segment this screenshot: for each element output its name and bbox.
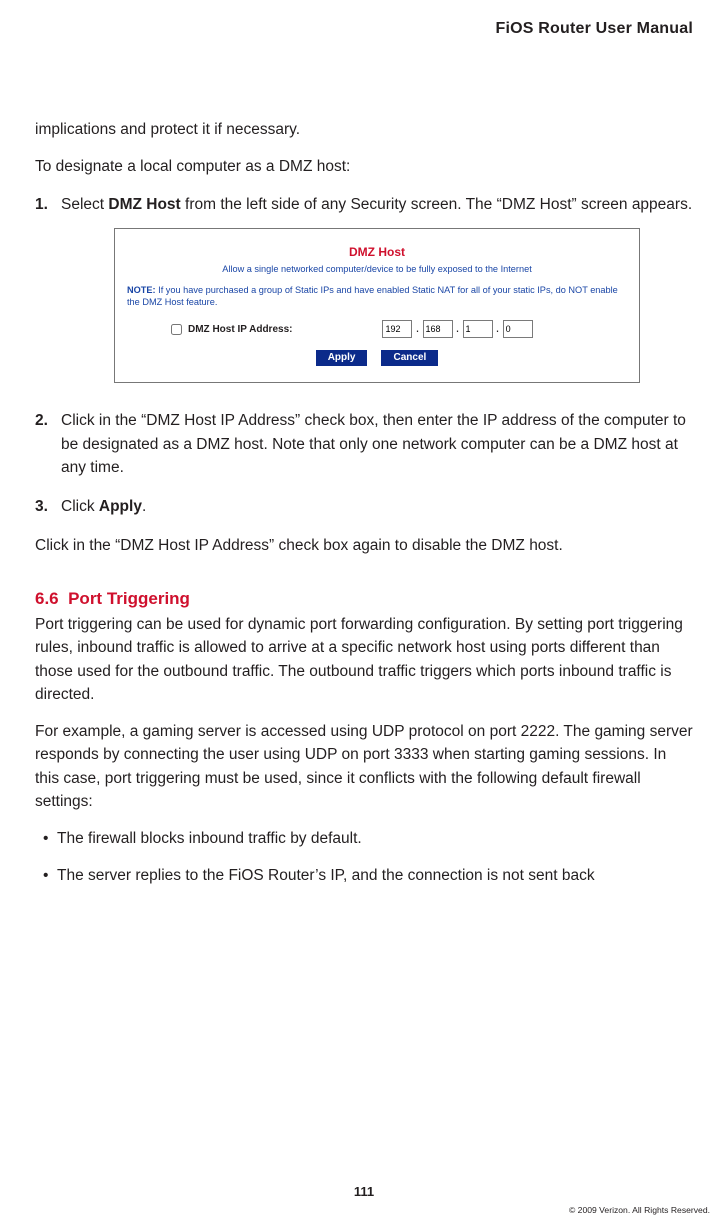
step-1-bold: DMZ Host	[108, 196, 180, 213]
step-3-pre: Click	[61, 498, 99, 515]
bullet-1: The firewall blocks inbound traffic by d…	[35, 827, 693, 850]
dot-icon: .	[495, 322, 501, 337]
section-p1: Port triggering can be used for dynamic …	[35, 613, 693, 706]
section-heading: 6.6 Port Triggering	[35, 586, 693, 612]
step-1-post: from the left side of any Security scree…	[181, 196, 692, 213]
dmz-button-row: Apply Cancel	[127, 350, 627, 366]
bullet-2: The server replies to the FiOS Router’s …	[35, 864, 693, 887]
section-title: Port Triggering	[68, 589, 190, 608]
dmz-note-bold: NOTE:	[127, 285, 156, 295]
ip-octet-3[interactable]	[463, 320, 493, 338]
dot-icon: .	[455, 322, 461, 337]
dmz-host-panel: DMZ Host Allow a single networked comput…	[114, 228, 640, 384]
step-3: Click Apply.	[35, 495, 693, 518]
body: implications and protect it if necessary…	[35, 118, 693, 888]
step-1-pre: Select	[61, 196, 108, 213]
intro-line-2: To designate a local computer as a DMZ h…	[35, 155, 693, 178]
dmz-note-text: If you have purchased a group of Static …	[127, 285, 618, 307]
dmz-ip-label: DMZ Host IP Address:	[188, 322, 292, 337]
dmz-ip-row: DMZ Host IP Address: ...	[127, 318, 627, 350]
dmz-panel-subtitle: Allow a single networked computer/device…	[127, 263, 627, 277]
dot-icon: .	[414, 322, 420, 337]
instruction-steps: Select DMZ Host from the left side of an…	[35, 193, 693, 519]
page-number: 111	[0, 1184, 728, 1199]
dmz-ip-fields: ...	[382, 320, 532, 338]
section-p2: For example, a gaming server is accessed…	[35, 720, 693, 813]
section-bullets: The firewall blocks inbound traffic by d…	[35, 827, 693, 888]
step-1: Select DMZ Host from the left side of an…	[35, 193, 693, 384]
step-2: Click in the “DMZ Host IP Address” check…	[35, 409, 693, 479]
dmz-panel-title: DMZ Host	[127, 243, 627, 261]
intro-line-1: implications and protect it if necessary…	[35, 118, 693, 141]
copyright: © 2009 Verizon. All Rights Reserved.	[569, 1205, 710, 1215]
ip-octet-1[interactable]	[382, 320, 412, 338]
section-number: 6.6	[35, 589, 59, 608]
manual-page: FiOS Router User Manual implications and…	[0, 0, 728, 1227]
ip-octet-2[interactable]	[423, 320, 453, 338]
dmz-panel-note: NOTE: If you have purchased a group of S…	[127, 285, 627, 309]
dmz-host-checkbox[interactable]	[171, 324, 182, 335]
dmz-figure-wrap: DMZ Host Allow a single networked comput…	[61, 228, 693, 384]
header-title: FiOS Router User Manual	[35, 20, 693, 38]
ip-octet-4[interactable]	[503, 320, 533, 338]
cancel-button[interactable]: Cancel	[381, 350, 438, 366]
step-3-bold: Apply	[99, 498, 142, 515]
apply-button[interactable]: Apply	[316, 350, 368, 366]
after-steps-text: Click in the “DMZ Host IP Address” check…	[35, 534, 693, 557]
step-3-post: .	[142, 498, 146, 515]
